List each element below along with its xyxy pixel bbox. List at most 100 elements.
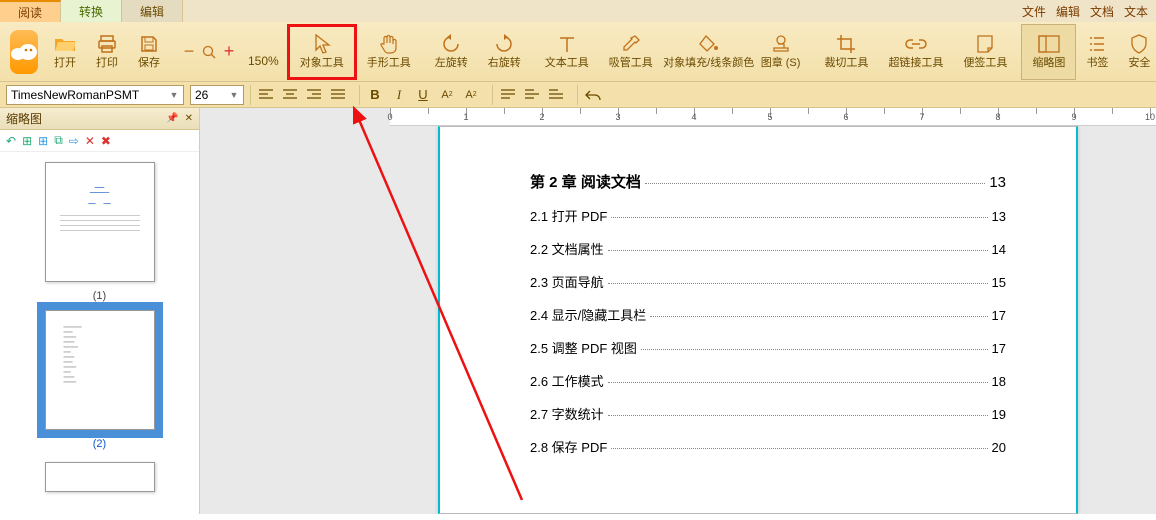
hand-tool-button[interactable]: 手形工具 — [357, 24, 421, 80]
pin-icon[interactable]: 📌 — [166, 113, 178, 124]
eyedropper-label: 吸管工具 — [609, 57, 653, 69]
hyperlink-button[interactable]: 超链接工具 — [878, 24, 953, 80]
toc-label: 2.1 打开 PDF — [530, 206, 607, 225]
thumb-delete-icon[interactable]: ✕ — [85, 134, 95, 148]
valign-bottom-button[interactable] — [545, 85, 567, 105]
toc-page: 17 — [992, 308, 1006, 323]
bookmark-list-icon — [1086, 33, 1108, 55]
toc-page: 17 — [992, 341, 1006, 356]
zoom-out-button[interactable]: − — [180, 41, 198, 62]
work-area: 缩略图 📌 ✕ ↶ ⊞ ⊞ ⧉ ⇨ ✕ ✖ ━━━━━━━━━━━━ ━━━ ━… — [0, 108, 1156, 514]
document-viewport[interactable]: 第 2 章 阅读文档 13 2.1 打开 PDF132.2 文档属性142.3 … — [200, 108, 1156, 514]
print-button[interactable]: 打印 — [86, 24, 128, 80]
main-toolbar: 打开 打印 保存 − + 150% 对象工具 手形工具 左旋转 右旋转 文本工具 — [0, 22, 1156, 82]
valign-middle-button[interactable] — [521, 85, 543, 105]
open-label: 打开 — [54, 57, 76, 69]
font-combo[interactable]: ▼ — [6, 85, 184, 105]
print-label: 打印 — [96, 57, 118, 69]
toc-page: 14 — [992, 242, 1006, 257]
close-icon[interactable]: ✕ — [185, 113, 193, 124]
thumb-add-blank-icon[interactable]: ⊞ — [38, 134, 48, 148]
crop-button[interactable]: 裁切工具 — [814, 24, 878, 80]
thumbnail-page-1[interactable]: ━━━━━━━━━━━━ ━━━ ━━━ — [45, 162, 155, 282]
toc-row: 2.3 页面导航15 — [530, 272, 1006, 291]
thumb-remove-icon[interactable]: ✖ — [101, 134, 111, 148]
stamp-label: 图章 (S) — [761, 57, 801, 69]
app-logo[interactable] — [10, 30, 38, 74]
thumbnail-page-3[interactable] — [45, 462, 155, 492]
menu-bar: 文件 编辑 文档 文本 — [1022, 0, 1156, 22]
zoom-level[interactable]: 150% — [244, 24, 283, 80]
tab-convert[interactable]: 转换 — [61, 0, 122, 22]
toc-row: 2.7 字数统计19 — [530, 404, 1006, 423]
font-size-combo[interactable]: ▼ — [190, 85, 244, 105]
thumb-duplicate-icon[interactable]: ⧉ — [54, 133, 63, 148]
text-tool-button[interactable]: 文本工具 — [535, 24, 599, 80]
stamp-button[interactable]: 图章 (S) — [751, 24, 811, 80]
zoom-in-button[interactable]: + — [220, 41, 238, 62]
chevron-down-icon[interactable]: ▼ — [227, 90, 241, 100]
subscript-button[interactable]: A2 — [460, 85, 482, 105]
bold-button[interactable]: B — [364, 85, 386, 105]
superscript-button[interactable]: A2 — [436, 85, 458, 105]
thumbnail-page-2[interactable]: ━━━━━━━━━━━━━━━━━━━━━━━━━━━━━━━━━━━━━━━━… — [45, 310, 155, 430]
menu-doc[interactable]: 文档 — [1090, 3, 1114, 22]
thumb-add-page-icon[interactable]: ⊞ — [22, 134, 32, 148]
hyperlink-label: 超链接工具 — [888, 57, 943, 69]
toc-label: 2.8 保存 PDF — [530, 437, 607, 456]
link-icon — [905, 33, 927, 55]
rotate-left-button[interactable]: 左旋转 — [425, 24, 478, 80]
security-button[interactable]: 安全 — [1118, 24, 1156, 80]
folder-open-icon — [54, 33, 76, 55]
valign-top-button[interactable] — [497, 85, 519, 105]
align-right-button[interactable] — [303, 85, 325, 105]
zoom-group: − + — [174, 41, 244, 62]
menu-text[interactable]: 文本 — [1124, 3, 1148, 22]
thumb-export-icon[interactable]: ⇨ — [69, 134, 79, 148]
menu-edit[interactable]: 编辑 — [1056, 3, 1080, 22]
underline-button[interactable]: U — [412, 85, 434, 105]
align-left-button[interactable] — [255, 85, 277, 105]
tab-edit[interactable]: 编辑 — [122, 0, 183, 22]
align-group — [250, 85, 353, 105]
menu-file[interactable]: 文件 — [1022, 3, 1046, 22]
tab-read[interactable]: 阅读 — [0, 0, 61, 22]
cursor-icon — [311, 33, 333, 55]
save-button[interactable]: 保存 — [128, 24, 170, 80]
undo-button[interactable] — [582, 85, 604, 105]
toc-page: 13 — [992, 209, 1006, 224]
bookmark-panel-button[interactable]: 书签 — [1076, 24, 1118, 80]
toc-row: 2.5 调整 PDF 视图17 — [530, 338, 1006, 357]
hand-icon — [378, 33, 400, 55]
object-tool-label: 对象工具 — [300, 57, 344, 69]
toc-page: 18 — [992, 374, 1006, 389]
rotate-left-icon — [440, 33, 462, 55]
object-tool-button[interactable]: 对象工具 — [287, 24, 357, 80]
toc-label: 2.6 工作模式 — [530, 371, 604, 390]
eyedropper-button[interactable]: 吸管工具 — [599, 24, 663, 80]
horizontal-ruler: 01234567891011121314151617181920 — [390, 108, 1156, 126]
main-tabs: 阅读 转换 编辑 — [0, 0, 183, 22]
thumbnail-panel-button[interactable]: 缩略图 — [1021, 24, 1076, 80]
fill-color-button[interactable]: 对象填充/线条颜色 — [667, 24, 751, 80]
thumb-undo-icon[interactable]: ↶ — [6, 134, 16, 148]
security-label: 安全 — [1128, 57, 1150, 69]
note-button[interactable]: 便签工具 — [953, 24, 1017, 80]
toc-row: 2.8 保存 PDF20 — [530, 437, 1006, 456]
align-center-button[interactable] — [279, 85, 301, 105]
thumbnail-pane-title-bar: 缩略图 📌 ✕ — [0, 108, 199, 130]
thumbnail-toolbar: ↶ ⊞ ⊞ ⧉ ⇨ ✕ ✖ — [0, 130, 199, 152]
save-label: 保存 — [138, 57, 160, 69]
toc-row: 2.1 打开 PDF 13 — [530, 206, 1006, 225]
thumbnail-list[interactable]: ━━━━━━━━━━━━ ━━━ ━━━ (1) ━━━━━━━━━━━━━━━… — [0, 152, 199, 514]
chevron-down-icon[interactable]: ▼ — [167, 90, 181, 100]
font-size-input[interactable] — [191, 86, 227, 104]
align-justify-button[interactable] — [327, 85, 349, 105]
open-button[interactable]: 打开 — [44, 24, 86, 80]
rotate-right-button[interactable]: 右旋转 — [478, 24, 531, 80]
thumbnail-pane-title: 缩略图 — [6, 110, 42, 127]
note-icon — [974, 33, 996, 55]
font-input[interactable] — [7, 86, 167, 104]
italic-button[interactable]: I — [388, 85, 410, 105]
toc-page: 19 — [992, 407, 1006, 422]
